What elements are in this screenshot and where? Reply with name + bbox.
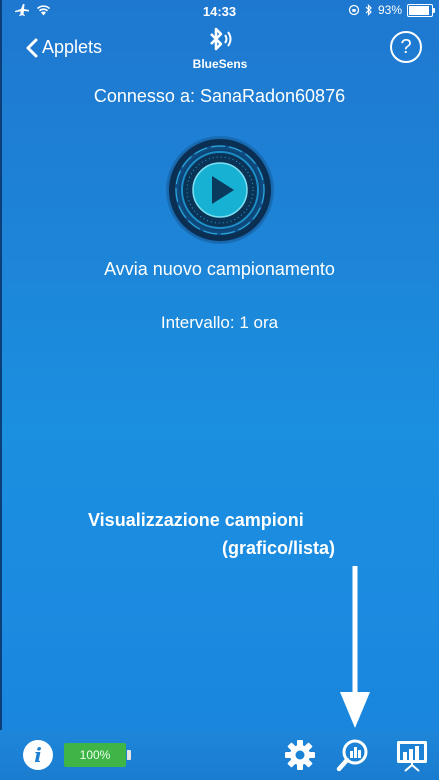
device-battery-indicator: 100% bbox=[64, 743, 126, 767]
battery-level bbox=[409, 5, 430, 15]
start-sampling-button[interactable] bbox=[164, 134, 276, 246]
back-label: Applets bbox=[42, 37, 103, 57]
interval-label: Intervallo: 1 ora bbox=[160, 313, 279, 332]
play-icon bbox=[166, 136, 274, 244]
bluetooth-icon bbox=[365, 4, 372, 16]
logo-text: BlueSens bbox=[192, 57, 248, 71]
bluesens-logo: BlueSens bbox=[190, 26, 250, 71]
bottom-toolbar: i 100% bbox=[0, 730, 439, 780]
gear-icon[interactable] bbox=[283, 738, 317, 772]
battery-percent: 93% bbox=[377, 3, 402, 17]
connection-status: Connesso a: SanaRadon60876 bbox=[93, 86, 346, 106]
chart-search-icon[interactable] bbox=[336, 738, 370, 772]
annotation-title: Visualizzazione campioni bbox=[88, 510, 304, 530]
back-button[interactable]: Applets bbox=[26, 37, 102, 58]
annotation-subtitle: (grafico/lista) bbox=[222, 538, 336, 558]
device-battery-tip bbox=[127, 750, 131, 760]
battery-icon bbox=[407, 3, 435, 17]
start-sampling-label: Avvia nuovo campionamento bbox=[104, 259, 335, 279]
status-bar: 14:33 93% bbox=[0, 0, 439, 22]
chevron-left-icon bbox=[26, 38, 38, 57]
status-right: 93% bbox=[348, 3, 435, 17]
frame-edge bbox=[0, 0, 2, 780]
bluetooth-logo-icon bbox=[210, 27, 232, 51]
help-button[interactable]: ? bbox=[390, 31, 422, 63]
annotation-arrow-icon bbox=[340, 566, 370, 728]
info-button[interactable]: i bbox=[23, 740, 53, 770]
orientation-lock-icon bbox=[348, 4, 360, 16]
presentation-chart-icon[interactable] bbox=[395, 738, 429, 772]
